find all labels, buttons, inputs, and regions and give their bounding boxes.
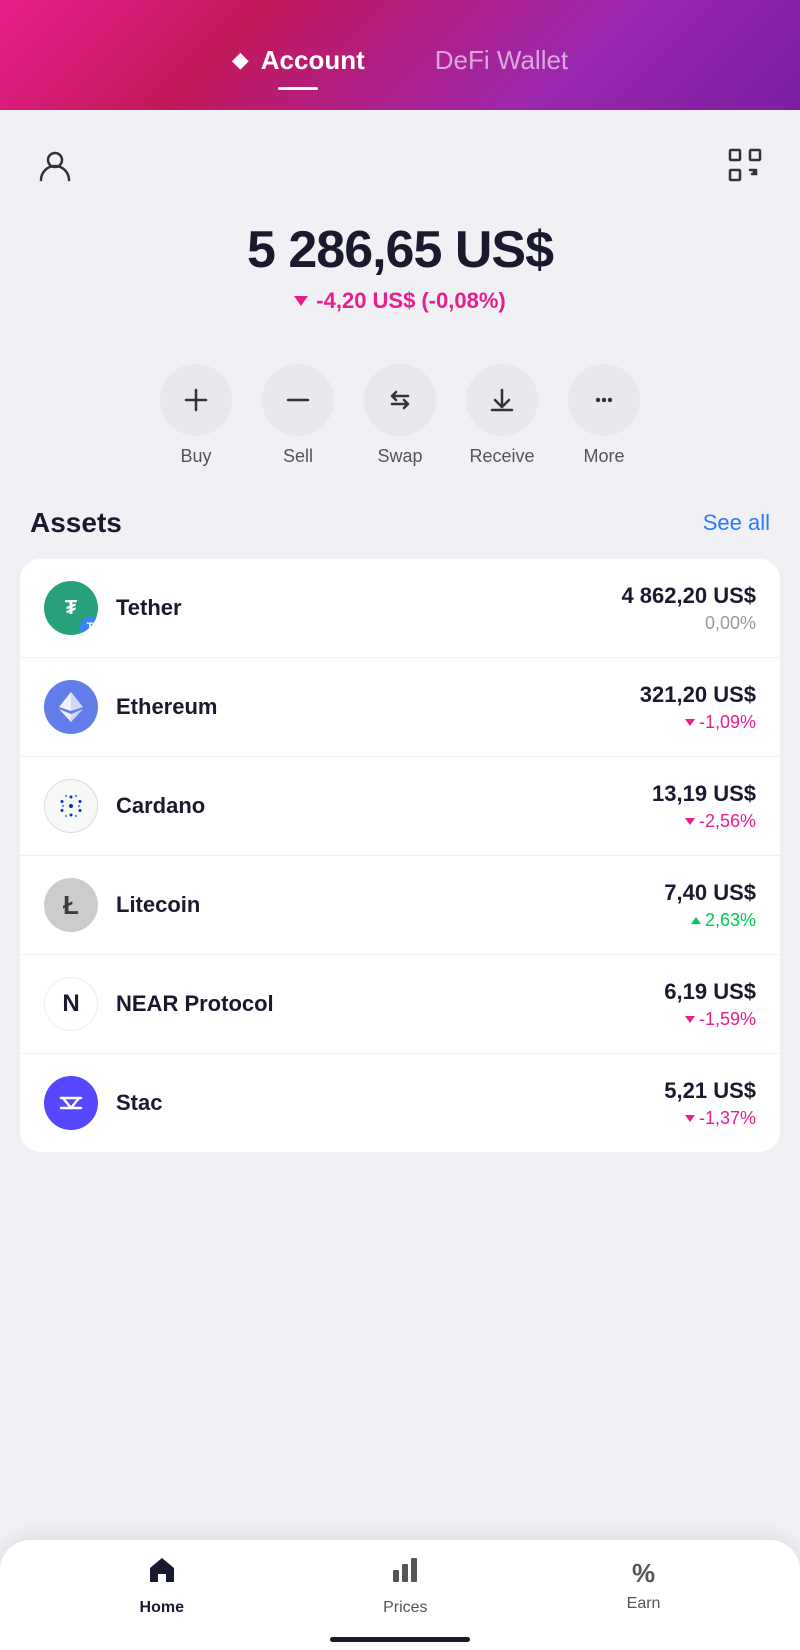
receive-label: Receive: [469, 446, 534, 467]
cardano-change: -2,56%: [652, 811, 756, 832]
ethereum-logo: [44, 680, 98, 734]
profile-button[interactable]: [30, 140, 80, 190]
down-arrow-icon: [294, 296, 308, 306]
asset-item-cardano[interactable]: Cardano 13,19 US$ -2,56%: [20, 757, 780, 856]
header: ◆ Account DeFi Wallet: [0, 0, 800, 110]
earn-nav-label: Earn: [627, 1595, 661, 1613]
defi-wallet-tab[interactable]: DeFi Wallet: [415, 35, 588, 86]
tether-amount: 4 862,20 US$: [621, 583, 756, 609]
tether-chain-badge: T: [80, 617, 98, 635]
swap-icon-circle: [364, 364, 436, 436]
eth-down-arrow: [685, 719, 695, 726]
main-content: 5 286,65 US$ -4,20 US$ (-0,08%) Buy S: [0, 110, 800, 1650]
account-tab[interactable]: ◆ Account: [212, 35, 385, 86]
balance-change: -4,20 US$ (-0,08%): [30, 288, 770, 314]
stacks-name: Stac: [116, 1090, 664, 1116]
asset-item-near[interactable]: Ν NEAR Protocol 6,19 US$ -1,59%: [20, 955, 780, 1054]
ethereum-values: 321,20 US$ -1,09%: [640, 682, 756, 733]
stacks-logo: [44, 1076, 98, 1130]
cardano-name: Cardano: [116, 793, 652, 819]
see-all-button[interactable]: See all: [703, 510, 770, 536]
more-button[interactable]: More: [568, 364, 640, 467]
ethereum-amount: 321,20 US$: [640, 682, 756, 708]
assets-list: ₮ T Tether 4 862,20 US$ 0,00%: [20, 559, 780, 1152]
buy-label: Buy: [180, 446, 211, 467]
top-bar: [0, 110, 800, 200]
more-icon-circle: [568, 364, 640, 436]
litecoin-values: 7,40 US$ 2,63%: [664, 880, 756, 931]
near-values: 6,19 US$ -1,59%: [664, 979, 756, 1030]
litecoin-name: Litecoin: [116, 892, 664, 918]
near-change: -1,59%: [664, 1009, 756, 1030]
receive-button[interactable]: Receive: [466, 364, 538, 467]
ethereum-change: -1,09%: [640, 712, 756, 733]
stacks-values: 5,21 US$ -1,37%: [664, 1078, 756, 1129]
asset-item-tether[interactable]: ₮ T Tether 4 862,20 US$ 0,00%: [20, 559, 780, 658]
sell-button[interactable]: Sell: [262, 364, 334, 467]
litecoin-change: 2,63%: [664, 910, 756, 931]
diamond-icon: ◆: [232, 47, 249, 73]
stx-down-arrow: [685, 1115, 695, 1122]
home-indicator: [330, 1637, 470, 1642]
balance-amount: 5 286,65 US$: [30, 220, 770, 280]
tether-name: Tether: [116, 595, 621, 621]
more-label: More: [583, 446, 624, 467]
asset-item-stacks[interactable]: Stac 5,21 US$ -1,37%: [20, 1054, 780, 1152]
tether-change: 0,00%: [621, 613, 756, 634]
buy-button[interactable]: Buy: [160, 364, 232, 467]
buy-icon-circle: [160, 364, 232, 436]
balance-change-amount: -4,20 US$: [316, 288, 415, 314]
receive-icon-circle: [466, 364, 538, 436]
bottom-navigation: Home Prices % Earn: [0, 1540, 800, 1650]
cardano-amount: 13,19 US$: [652, 781, 756, 807]
stacks-amount: 5,21 US$: [664, 1078, 756, 1104]
sell-icon-circle: [262, 364, 334, 436]
near-logo: Ν: [44, 977, 98, 1031]
balance-section: 5 286,65 US$ -4,20 US$ (-0,08%): [0, 200, 800, 354]
ada-down-arrow: [685, 818, 695, 825]
litecoin-logo: Ł: [44, 878, 98, 932]
sell-label: Sell: [283, 446, 313, 467]
swap-button[interactable]: Swap: [364, 364, 436, 467]
earn-icon: %: [628, 1557, 660, 1589]
prices-nav-label: Prices: [383, 1599, 427, 1617]
cardano-logo: [44, 779, 98, 833]
assets-section: Assets See all ₮ T Tether 4 862,20 US$ 0…: [0, 507, 800, 1152]
assets-header: Assets See all: [20, 507, 780, 559]
home-icon: [146, 1554, 178, 1593]
tether-logo: ₮ T: [44, 581, 98, 635]
nav-earn[interactable]: % Earn: [607, 1547, 681, 1623]
near-down-arrow: [685, 1016, 695, 1023]
tether-values: 4 862,20 US$ 0,00%: [621, 583, 756, 634]
stacks-change: -1,37%: [664, 1108, 756, 1129]
near-name: NEAR Protocol: [116, 991, 664, 1017]
ethereum-name: Ethereum: [116, 694, 640, 720]
home-nav-label: Home: [140, 1599, 184, 1617]
prices-icon: [389, 1554, 421, 1593]
defi-wallet-tab-label: DeFi Wallet: [435, 45, 568, 76]
scan-button[interactable]: [720, 140, 770, 190]
cardano-values: 13,19 US$ -2,56%: [652, 781, 756, 832]
swap-label: Swap: [377, 446, 422, 467]
nav-prices[interactable]: Prices: [363, 1544, 447, 1627]
near-amount: 6,19 US$: [664, 979, 756, 1005]
litecoin-amount: 7,40 US$: [664, 880, 756, 906]
asset-item-litecoin[interactable]: Ł Litecoin 7,40 US$ 2,63%: [20, 856, 780, 955]
assets-title: Assets: [30, 507, 122, 539]
account-tab-label: Account: [261, 45, 365, 76]
action-buttons: Buy Sell Swap: [0, 354, 800, 507]
asset-item-ethereum[interactable]: Ethereum 321,20 US$ -1,09%: [20, 658, 780, 757]
nav-home[interactable]: Home: [120, 1544, 204, 1627]
ltc-up-arrow: [691, 917, 701, 924]
balance-change-percent: (-0,08%): [421, 288, 505, 314]
